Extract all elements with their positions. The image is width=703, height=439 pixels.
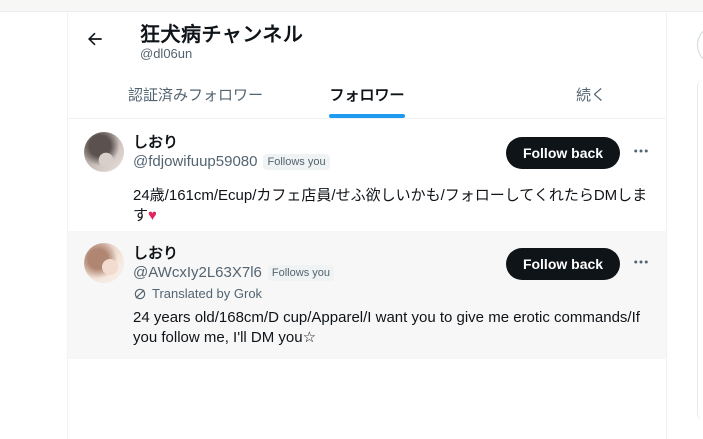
user-cell[interactable]: しおり @fdjowifuup59080 Follows you Follow … (68, 120, 666, 230)
follows-you-badge: Follows you (267, 264, 334, 281)
heart-icon: ♥ (148, 207, 157, 224)
follow-back-button[interactable]: Follow back (506, 248, 620, 280)
user-bio: 24歳/161cm/Ecup/カフェ店員/せふ欲しいかも/フォローしてくれたらD… (133, 186, 653, 226)
translated-label: Translated by Grok (152, 286, 263, 301)
follow-back-button[interactable]: Follow back (506, 137, 620, 169)
main-column: 狂犬病チャンネル @dl06un 認証済みフォロワー フォロワー 続く しおり … (67, 12, 667, 439)
more-dots-icon (634, 260, 648, 264)
avatar[interactable] (84, 243, 124, 283)
tab-label: フォロワー (329, 86, 405, 104)
back-button[interactable] (80, 24, 110, 54)
arrow-left-icon (88, 32, 102, 46)
user-name[interactable]: しおり (133, 242, 178, 263)
user-handle[interactable]: @fdjowifuup59080 (133, 153, 257, 170)
active-tab-indicator (328, 114, 405, 118)
tab-verified-followers[interactable]: 認証済みフォロワー (68, 70, 287, 118)
page-title: 狂犬病チャンネル (140, 24, 304, 46)
tab-label: 続く (575, 86, 606, 104)
more-options-button[interactable] (630, 251, 652, 273)
grok-icon (134, 288, 146, 299)
tab-bar: 認証済みフォロワー フォロワー 続く (68, 70, 666, 119)
user-name[interactable]: しおり (133, 131, 178, 152)
user-handle-row: @AWcxIy2L63X7l6 Follows you (133, 264, 334, 281)
tab-label: 認証済みフォロワー (128, 86, 264, 104)
follows-you-badge: Follows you (263, 153, 330, 170)
translated-note[interactable]: Translated by Grok (133, 286, 262, 301)
user-bio: 24 years old/168cm/D cup/Apparel/I want … (133, 309, 640, 346)
more-dots-icon (634, 149, 648, 153)
user-handle[interactable]: @AWcxIy2L63X7l6 (133, 264, 262, 281)
user-handle-row: @fdjowifuup59080 Follows you (133, 153, 330, 170)
tab-following[interactable]: 続く (447, 70, 666, 118)
browser-top-strip (0, 0, 703, 12)
user-cell[interactable]: しおり @AWcxIy2L63X7l6 Follows you Follow b… (68, 231, 666, 359)
bio-text: 24歳/161cm/Ecup/カフェ店員/せふ欲しいかも/フォローしてくれたらD… (133, 187, 648, 224)
sidebar-avatar-edge (697, 25, 703, 65)
more-options-button[interactable] (630, 140, 652, 162)
sidebar-panel-edge (697, 80, 703, 420)
profile-handle: @dl06un (140, 46, 193, 61)
avatar[interactable] (84, 132, 124, 172)
tab-followers[interactable]: フォロワー (287, 70, 446, 118)
profile-header: 狂犬病チャンネル @dl06un (68, 12, 666, 70)
